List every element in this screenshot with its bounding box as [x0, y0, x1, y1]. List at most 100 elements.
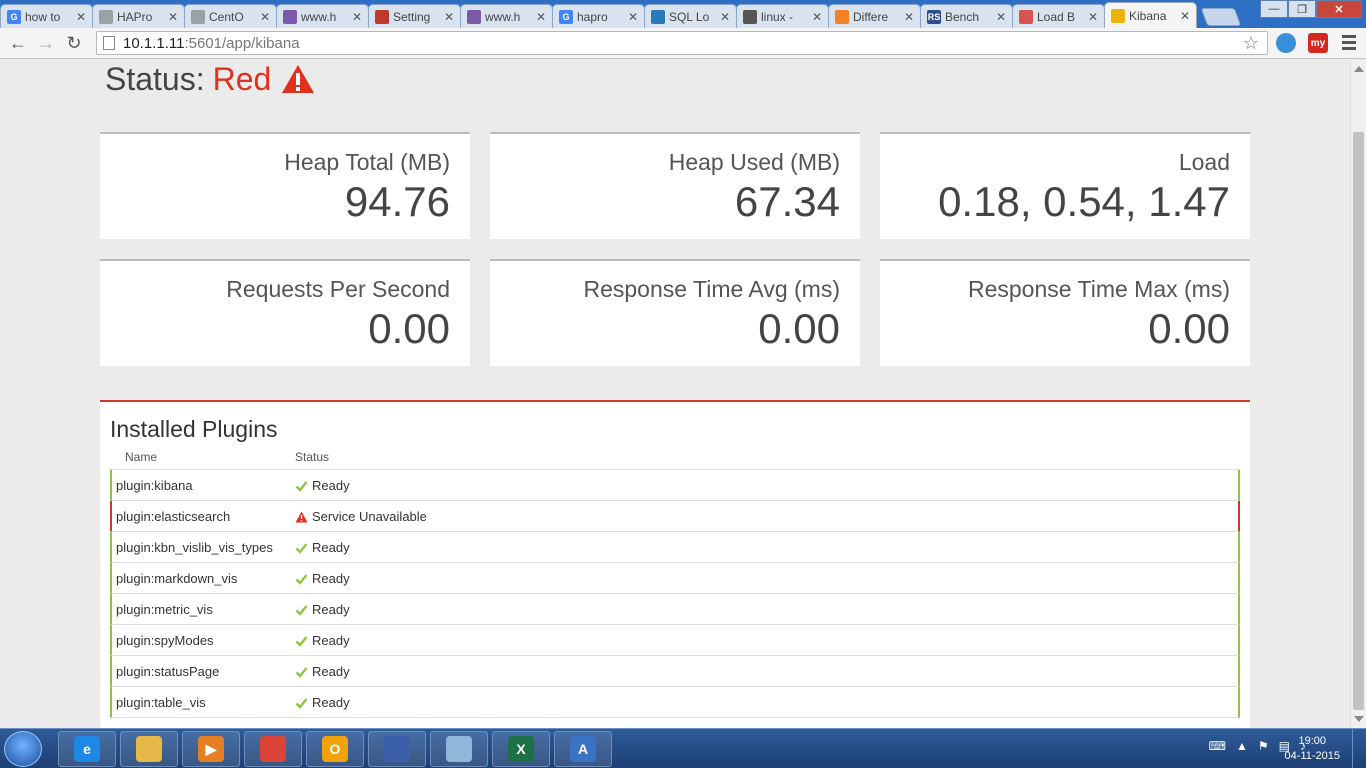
globe-icon: [651, 9, 665, 24]
taskbar-app-button[interactable]: X: [492, 731, 550, 767]
taskbar-app-button[interactable]: [244, 731, 302, 767]
grid-icon: [743, 9, 757, 24]
plugin-status: Ready: [295, 633, 350, 648]
metric-card: Response Time Avg (ms) 0.00: [490, 259, 860, 366]
forward-button[interactable]: →: [34, 32, 58, 54]
browser-tab[interactable]: CentO ✕: [184, 4, 277, 28]
tab-close-icon[interactable]: ✕: [166, 10, 180, 24]
reload-button[interactable]: ↻: [62, 32, 86, 54]
plugin-status-text: Ready: [312, 633, 350, 648]
taskbar-app-button[interactable]: [120, 731, 178, 767]
start-button[interactable]: [4, 731, 42, 767]
plugin-status: Ready: [295, 571, 350, 586]
taskbar-app-button[interactable]: ▶: [182, 731, 240, 767]
rs-icon: RS: [927, 9, 941, 24]
plugin-name: plugin:spyModes: [116, 633, 214, 648]
tab-title: SQL Lo: [669, 9, 710, 24]
tab-close-icon[interactable]: ✕: [718, 10, 732, 24]
plugin-status: Ready: [295, 664, 350, 679]
haproxy-icon: [283, 9, 297, 24]
plugin-name: plugin:statusPage: [116, 664, 220, 679]
tray-expand-icon[interactable]: ▲: [1236, 739, 1248, 753]
page-scrollbar[interactable]: [1350, 60, 1366, 728]
tab-close-icon[interactable]: ✕: [534, 10, 548, 24]
maximize-button[interactable]: ❐: [1288, 0, 1316, 18]
scroll-down-icon[interactable]: [1354, 716, 1364, 722]
clock-time: 19:00: [1298, 735, 1327, 747]
browser-tab[interactable]: www.h ✕: [276, 4, 369, 28]
taskbar-app-button[interactable]: [430, 731, 488, 767]
installed-plugins-panel: Installed Plugins Name Status plugin:kib…: [100, 400, 1250, 728]
bookmark-star-icon[interactable]: ☆: [1243, 33, 1259, 54]
taskbar-app-button[interactable]: O: [306, 731, 364, 767]
metric-card: Requests Per Second 0.00: [100, 259, 470, 366]
browser-tab[interactable]: www.h ✕: [460, 4, 553, 28]
scroll-thumb[interactable]: [1353, 132, 1364, 710]
back-button[interactable]: ←: [6, 32, 30, 54]
action-center-flag-icon[interactable]: ⚑: [1258, 739, 1269, 753]
loading-icon: [1019, 9, 1033, 24]
browser-tab[interactable]: linux - ✕: [736, 4, 829, 28]
tab-close-icon[interactable]: ✕: [258, 10, 272, 24]
plugin-name: plugin:markdown_vis: [116, 571, 238, 586]
settings-icon: [375, 9, 389, 24]
show-desktop-button[interactable]: [1352, 729, 1366, 768]
browser-tab[interactable]: Differe ✕: [828, 4, 921, 28]
taskbar-app-button[interactable]: A: [554, 731, 612, 767]
plugin-status-text: Ready: [312, 478, 350, 493]
tab-close-icon[interactable]: ✕: [994, 10, 1008, 24]
media-player-icon: ▶: [198, 736, 224, 762]
browser-tab[interactable]: Ghapro ✕: [552, 4, 645, 28]
browser-tab[interactable]: Ghow to ✕: [0, 4, 93, 28]
taskbar-clock[interactable]: 19:00 04-11-2015: [1285, 734, 1340, 764]
scroll-up-icon[interactable]: [1354, 66, 1364, 72]
keyboard-icon[interactable]: ⌨: [1209, 739, 1226, 753]
plugin-status: Ready: [295, 478, 350, 493]
tab-close-icon[interactable]: ✕: [1178, 9, 1192, 23]
clock-date: 04-11-2015: [1284, 750, 1340, 762]
plugin-status: Ready: [295, 602, 350, 617]
table-row: plugin:elasticsearch Service Unavailable: [110, 501, 1240, 532]
checkmark-icon: [295, 573, 308, 585]
tab-close-icon[interactable]: ✕: [74, 10, 88, 24]
metric-label: Requests Per Second: [226, 276, 450, 302]
metric-label: Heap Used (MB): [668, 149, 840, 175]
tab-close-icon[interactable]: ✕: [442, 10, 456, 24]
tab-title: CentO: [209, 9, 244, 24]
minimize-button[interactable]: —: [1260, 0, 1288, 18]
chrome-menu-icon[interactable]: [1342, 35, 1356, 53]
browser-tab[interactable]: Kibana ✕: [1104, 2, 1197, 28]
plugin-status-text: Ready: [312, 695, 350, 710]
plugin-name: plugin:elasticsearch: [116, 509, 231, 524]
taskbar-app-button[interactable]: [368, 731, 426, 767]
plugins-title: Installed Plugins: [110, 416, 278, 442]
browser-tab[interactable]: SQL Lo ✕: [644, 4, 737, 28]
close-window-button[interactable]: ✕: [1316, 0, 1362, 18]
tab-close-icon[interactable]: ✕: [350, 10, 364, 24]
plugin-status-text: Ready: [312, 571, 350, 586]
checkmark-icon: [295, 604, 308, 616]
browser-tab[interactable]: RS Bench ✕: [920, 4, 1013, 28]
windows-taskbar: e ▶ O X A ⌨ ▲ ⚑ ▤ ♪ 19:00 04-11-2015: [0, 728, 1366, 768]
address-bar[interactable]: 10.1.1.11:5601/app/kibana ☆: [96, 31, 1268, 55]
browser-tab[interactable]: Setting ✕: [368, 4, 461, 28]
tab-close-icon[interactable]: ✕: [626, 10, 640, 24]
tab-title: Kibana: [1129, 8, 1167, 23]
taskbar-app-button[interactable]: e: [58, 731, 116, 767]
extension-my-icon[interactable]: my: [1308, 33, 1328, 53]
plugin-status: Ready: [295, 695, 350, 710]
browser-tab[interactable]: Load B ✕: [1012, 4, 1105, 28]
tab-close-icon[interactable]: ✕: [902, 10, 916, 24]
browser-tab[interactable]: HAPro ✕: [92, 4, 185, 28]
tab-close-icon[interactable]: ✕: [1086, 10, 1100, 24]
extension-globe-icon[interactable]: [1276, 33, 1296, 53]
tab-close-icon[interactable]: ✕: [810, 10, 824, 24]
new-tab-button[interactable]: [1200, 8, 1242, 26]
table-row: plugin:kibana Ready: [110, 470, 1240, 501]
plugins-table-header: Name Status: [110, 450, 1240, 470]
metric-card: Heap Used (MB) 67.34: [490, 132, 860, 239]
page-viewport: Status: Red Heap Total (MB) 94.76 Heap Use…: [0, 60, 1350, 728]
checkmark-icon: [295, 697, 308, 709]
outlook-icon: O: [322, 736, 348, 762]
tab-title: hapro: [577, 9, 608, 24]
